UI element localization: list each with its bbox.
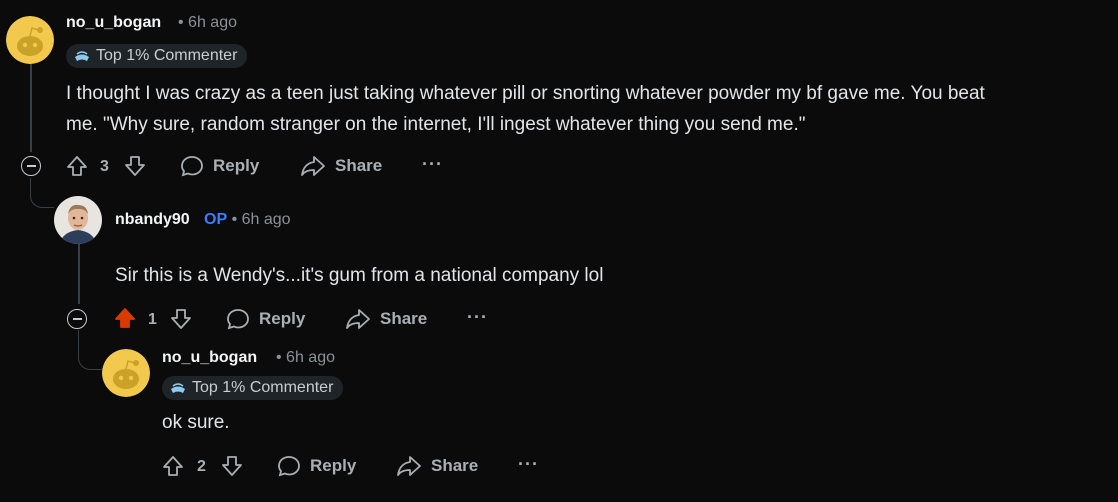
vote-count: 3 (100, 158, 109, 175)
comment-body-line: ok sure. (162, 412, 230, 433)
reply-button[interactable]: Reply (226, 308, 305, 330)
collapse-thread-button[interactable] (67, 309, 87, 329)
downvote-icon (222, 456, 242, 476)
avatar[interactable] (6, 16, 54, 64)
timestamp: • 6h ago (178, 14, 237, 31)
snoo-avatar-icon (6, 16, 54, 64)
reply-button[interactable]: Reply (277, 455, 356, 477)
avatar[interactable] (54, 196, 102, 244)
vote-count: 1 (148, 311, 157, 328)
vote-count: 2 (197, 458, 206, 475)
share-label: Share (335, 156, 383, 175)
username[interactable]: no_u_bogan (162, 349, 257, 367)
comment-body: ok sure. (162, 407, 230, 438)
profile-photo-icon (54, 196, 102, 244)
flair-icon (171, 383, 185, 393)
share-icon (301, 156, 325, 176)
thread-curve (78, 330, 104, 370)
more-options-button[interactable]: ··· (422, 154, 443, 175)
more-options-button[interactable]: ··· (467, 307, 488, 328)
downvote-button[interactable] (170, 308, 192, 335)
op-badge-and-time: OP • 6h ago (204, 211, 291, 228)
user-flair: Top 1% Commenter (162, 376, 344, 400)
flair-text: Top 1% Commenter (96, 47, 238, 64)
upvote-button[interactable] (114, 307, 136, 334)
downvote-button[interactable] (221, 455, 243, 482)
downvote-button[interactable] (124, 155, 146, 182)
comment-body: Sir this is a Wendy's...it's gum from a … (115, 260, 603, 291)
upvote-button[interactable] (66, 155, 88, 182)
timestamp-text: 6h ago (188, 14, 237, 31)
comment-body-line: Sir this is a Wendy's...it's gum from a … (115, 265, 604, 286)
share-button[interactable]: Share (300, 155, 382, 177)
share-label: Share (431, 456, 479, 475)
timestamp-text: 6h ago (286, 349, 335, 366)
comment-body: I thought I was crazy as a teen just tak… (66, 78, 1106, 140)
downvote-icon (125, 156, 145, 176)
flair-icon (75, 51, 89, 61)
comment-bubble-icon (181, 156, 203, 177)
thread-line (78, 242, 80, 304)
reply-label: Reply (213, 156, 260, 175)
share-label: Share (380, 309, 428, 328)
thread-curve (30, 178, 54, 208)
thread-line (30, 64, 32, 152)
comment-bubble-icon (227, 309, 249, 330)
share-icon (397, 456, 421, 476)
share-icon (346, 309, 370, 329)
snoo-avatar-icon (102, 349, 150, 397)
timestamp: • 6h ago (276, 349, 335, 366)
op-badge: OP (204, 211, 228, 228)
upvote-active-icon (115, 308, 135, 328)
collapse-thread-button[interactable] (21, 156, 41, 176)
upvote-icon (163, 456, 183, 476)
comment-bubble-icon (278, 456, 300, 477)
comment-body-line: I thought I was crazy as a teen just tak… (66, 83, 985, 104)
flair-text: Top 1% Commenter (192, 379, 334, 396)
share-button[interactable]: Share (345, 308, 427, 330)
username[interactable]: no_u_bogan (66, 14, 161, 32)
more-options-button[interactable]: ··· (518, 454, 539, 475)
upvote-icon (67, 156, 87, 176)
timestamp-text: 6h ago (241, 211, 291, 228)
user-flair: Top 1% Commenter (66, 44, 248, 68)
share-button[interactable]: Share (396, 455, 478, 477)
comment-body-line: me. "Why sure, random stranger on the in… (66, 114, 806, 135)
reply-button[interactable]: Reply (180, 155, 259, 177)
username[interactable]: nbandy90 (115, 211, 190, 229)
reply-label: Reply (310, 456, 357, 475)
downvote-icon (171, 309, 191, 329)
reply-label: Reply (259, 309, 306, 328)
avatar[interactable] (102, 349, 150, 397)
upvote-button[interactable] (162, 455, 184, 482)
